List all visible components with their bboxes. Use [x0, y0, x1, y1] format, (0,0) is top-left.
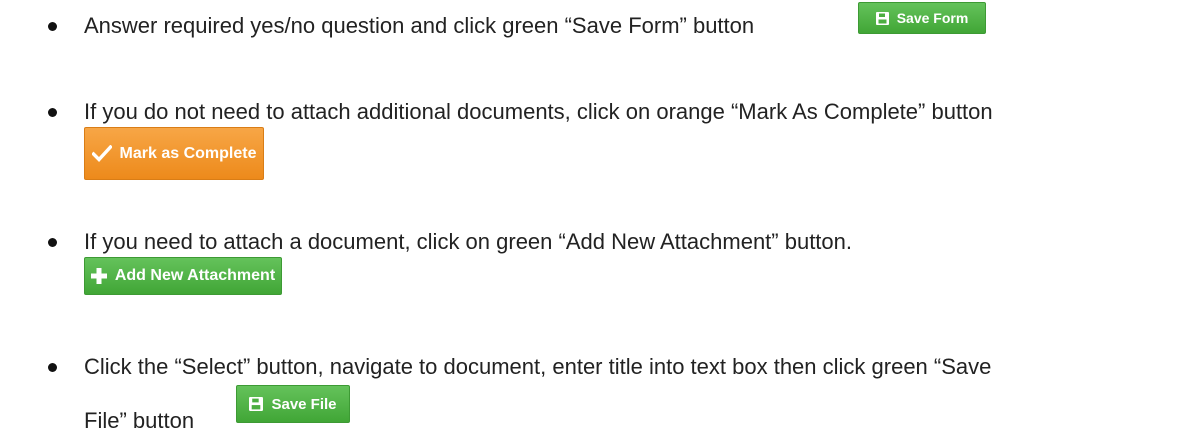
checkmark-icon — [91, 145, 112, 162]
save-file-button[interactable]: Save File — [236, 385, 350, 423]
plus-icon — [90, 268, 107, 284]
floppy-disk-icon — [249, 397, 264, 411]
mark-as-complete-button[interactable]: Mark as Complete — [84, 127, 264, 180]
step-1-text: Answer required yes/no question and clic… — [84, 13, 755, 38]
save-form-button-label: Save Form — [896, 10, 969, 26]
bullet-3 — [48, 238, 57, 247]
step-4-text-line1: Click the “Select” button, navigate to d… — [84, 354, 992, 379]
save-form-button[interactable]: Save Form — [858, 2, 986, 34]
add-new-attachment-button-label: Add New Attachment — [114, 267, 276, 284]
save-file-button-label: Save File — [271, 395, 337, 413]
bullet-2 — [48, 108, 57, 117]
bullet-1 — [48, 22, 57, 31]
floppy-disk-icon — [875, 11, 889, 25]
mark-as-complete-button-label: Mark as Complete — [119, 144, 257, 162]
step-4-text-line2: File” button — [84, 408, 195, 433]
step-3-text: If you need to attach a document, click … — [84, 229, 853, 254]
step-2-text: If you do not need to attach additional … — [84, 99, 993, 124]
bullet-4 — [48, 363, 57, 372]
add-new-attachment-button[interactable]: Add New Attachment — [84, 257, 282, 295]
